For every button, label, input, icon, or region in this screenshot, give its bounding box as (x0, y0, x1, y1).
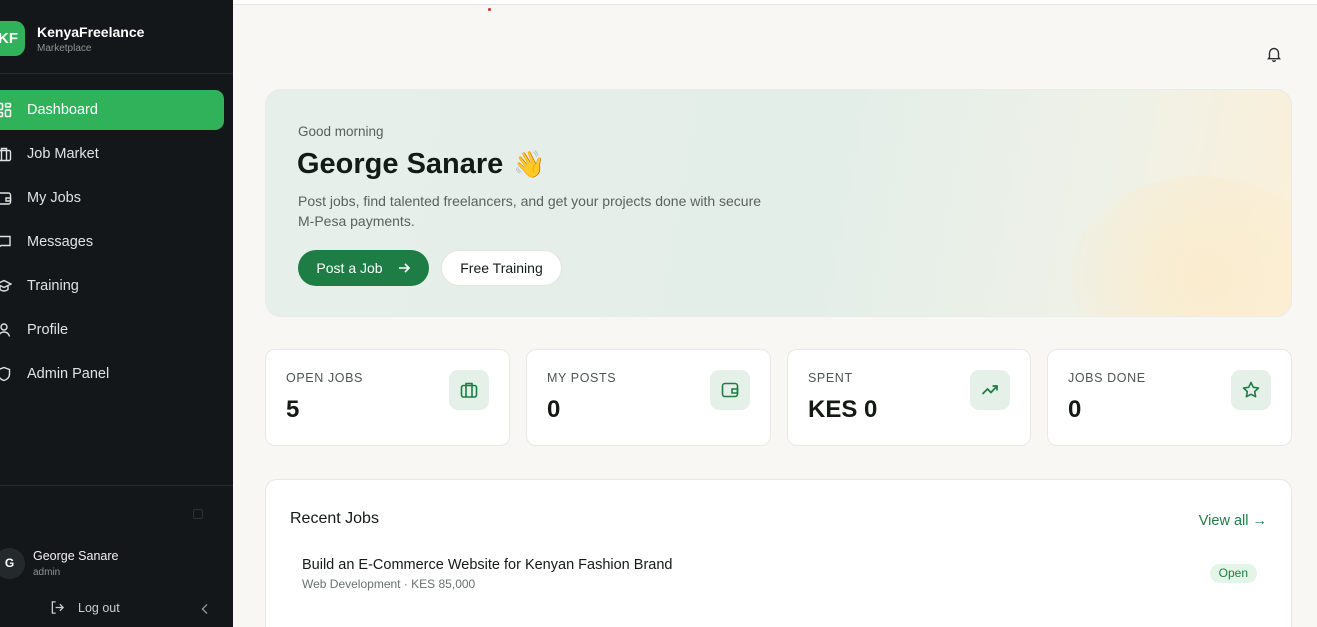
sidebar: KF KenyaFreelance Marketplace Dashboard … (0, 0, 233, 627)
wallet-icon (721, 382, 739, 398)
arrow-right-icon (398, 263, 410, 273)
stat-label: OPEN JOBS (286, 371, 363, 385)
stat-card-spent: SPENT KES 0 (787, 349, 1031, 446)
sidebar-item-training[interactable]: Training (0, 266, 224, 306)
stat-icon-box (710, 370, 750, 410)
wallet-icon (0, 192, 12, 205)
recent-jobs-panel: Recent Jobs View all → Build an E-Commer… (265, 479, 1292, 627)
sidebar-item-label: Job Market (27, 146, 99, 162)
stat-icon-box (970, 370, 1010, 410)
logout-button[interactable]: Log out (50, 600, 120, 615)
status-badge: Open (1209, 564, 1257, 583)
sidebar-item-label: My Jobs (27, 190, 81, 206)
sidebar-item-my-jobs[interactable]: My Jobs (0, 178, 224, 218)
sidebar-divider (0, 485, 233, 486)
brand-name: KenyaFreelance (37, 24, 145, 40)
user-icon (0, 323, 11, 337)
message-square-icon (0, 235, 11, 248)
briefcase-icon (0, 147, 12, 162)
sidebar-item-profile[interactable]: Profile (0, 310, 224, 350)
chevron-left-icon[interactable] (198, 602, 212, 616)
sidebar-item-label: Dashboard (27, 102, 98, 118)
star-icon (1242, 381, 1260, 398)
user-full-name: George Sanare (297, 148, 504, 180)
brand-subtitle: Marketplace (37, 43, 92, 54)
stat-label: SPENT (808, 371, 853, 385)
sidebar-item-job-market[interactable]: Job Market (0, 134, 224, 174)
list-item[interactable]: Build an E-Commerce Website for Kenyan F… (302, 554, 1257, 594)
post-job-button[interactable]: Post a Job (298, 250, 429, 286)
red-dot-indicator (488, 8, 491, 11)
stat-value: 0 (1068, 396, 1082, 423)
stat-icon-box (449, 370, 489, 410)
stat-value: 5 (286, 396, 300, 423)
user-name: George Sanare (33, 549, 119, 563)
stat-label: JOBS DONE (1068, 371, 1146, 385)
sidebar-item-label: Messages (27, 234, 94, 250)
sidebar-item-admin-panel[interactable]: Admin Panel (0, 354, 224, 394)
graduation-cap-icon (0, 279, 12, 292)
small-square-icon (193, 509, 203, 519)
free-training-button[interactable]: Free Training (441, 250, 562, 286)
brand-logo[interactable]: KF (0, 21, 25, 56)
stat-value: 0 (547, 396, 561, 423)
stat-icon-box (1231, 370, 1271, 410)
stat-value: KES 0 (808, 396, 878, 423)
logout-label: Log out (78, 600, 120, 615)
top-bar (233, 0, 1317, 5)
stat-card-open-jobs: OPEN JOBS 5 (265, 349, 510, 446)
sidebar-item-dashboard[interactable]: Dashboard (0, 90, 224, 130)
sidebar-item-label: Profile (27, 322, 69, 338)
sidebar-item-label: Training (27, 278, 79, 294)
trending-up-icon (981, 385, 998, 395)
job-meta: Web Development · KES 85,000 (302, 577, 476, 591)
sidebar-item-label: Admin Panel (27, 366, 110, 382)
brand: KF KenyaFreelance Marketplace (0, 0, 233, 74)
welcome-hero: Good morning George Sanare 👋 Post jobs, … (265, 89, 1292, 317)
sidebar-item-messages[interactable]: Messages (0, 222, 224, 262)
post-job-label: Post a Job (316, 260, 383, 276)
job-title: Build an E-Commerce Website for Kenyan F… (302, 557, 673, 573)
page-title: George Sanare 👋 (297, 148, 546, 181)
view-all-link[interactable]: View all → (1199, 513, 1267, 529)
stat-card-my-posts: MY POSTS 0 (526, 349, 771, 446)
dashboard-grid-icon (0, 102, 12, 118)
stat-label: MY POSTS (547, 371, 617, 385)
section-title: Recent Jobs (290, 510, 379, 527)
logout-icon (51, 601, 65, 614)
shield-icon (0, 366, 11, 382)
greeting-text: Good morning (298, 124, 384, 139)
user-role: admin (33, 567, 61, 578)
hero-description: Post jobs, find talented freelancers, an… (298, 193, 762, 229)
avatar[interactable]: G (0, 548, 25, 579)
bell-icon[interactable] (1265, 45, 1283, 63)
briefcase-icon (460, 382, 478, 398)
stat-card-jobs-done: JOBS DONE 0 (1047, 349, 1292, 446)
waving-hand-icon: 👋 (513, 149, 546, 179)
